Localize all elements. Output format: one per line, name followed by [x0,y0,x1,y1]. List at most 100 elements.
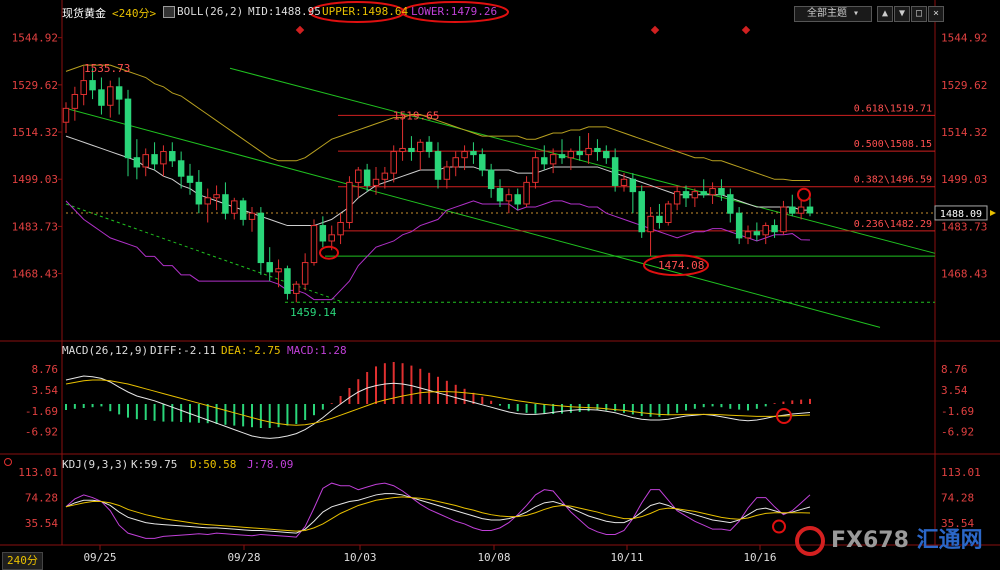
price-tick-right: 1514.32 [941,126,987,139]
candle-body [71,93,79,109]
candle-body [160,151,167,165]
theme-dropdown[interactable]: 全部主题 ▾ [794,6,872,22]
candle-body [133,157,141,168]
candle-body [709,188,716,196]
macd-title: MACD(26,12,9) [62,344,149,357]
candle-body [479,154,486,171]
boll-upper-label: UPPER:1498.64 [322,5,409,18]
macd-tick-right: -6.92 [941,426,974,439]
macd-tick-right: 3.54 [941,384,968,397]
kdj-tick-left: 74.28 [25,491,58,504]
main-title: 现货黄金 [62,7,106,20]
candle-body [337,221,344,236]
candle-body [523,181,530,205]
logo-text: FX678 [831,528,909,553]
kdj-title: KDJ(9,3,3) [62,458,129,471]
macd-tick-left: -1.69 [25,405,58,418]
fx678-logo: FX678 汇通网 [795,522,983,556]
scroll-down-button[interactable]: ▼ [894,6,910,22]
candle-body [372,178,380,186]
candle-body [89,80,96,91]
candle-body [186,175,194,183]
macd-tick-right: -1.69 [941,405,974,418]
candle-body [718,188,725,196]
candle-body [124,98,132,159]
kdj-d-label: D:50.58 [190,458,237,471]
last-price-value: 1488.09 [940,209,982,220]
candle-body [682,191,690,199]
candle-body [239,200,247,220]
macd-value-label: MACD:1.28 [287,344,347,357]
candle-body [673,191,681,205]
price-tick-left: 1499.03 [12,173,58,186]
fib-level-label: 0.618\1519.71 [854,103,932,114]
candle-body [549,154,557,165]
macd-tick-left: -6.92 [25,426,58,439]
chart-stage: 1544.92 1544.92 1529.62 1529.62 1514.32 1514.… [0,0,1000,570]
price-tick-right: 1483.73 [941,220,987,233]
price-tick-left: 1468.43 [12,268,58,281]
candle-body [638,191,645,233]
macd-tick-left: 8.76 [32,363,59,376]
boll-lower-label: LOWER:1479.26 [411,5,498,18]
price-tick-right: 1468.43 [941,268,987,281]
candle-body [780,206,787,233]
candle-body [797,206,805,214]
price-tick-left: 1544.92 [12,32,58,45]
candle-body [107,86,114,106]
boll-label: BOLL(26,2) [177,5,244,18]
candle-body [115,86,123,100]
candle-body [434,151,442,180]
date-tick-label: 10/08 [477,551,510,564]
candle-body [558,154,566,159]
candle-body [177,160,185,177]
timeframe-tab[interactable]: 240分 [2,552,43,570]
candle-body [390,151,397,174]
candle-body [195,181,203,205]
candle-body [425,141,433,153]
background [0,0,1000,570]
candle-body [505,194,513,202]
candle-body [204,197,211,205]
candle-body [514,194,521,205]
candle-body [789,206,796,214]
candle-body [629,178,637,193]
candle-body [594,147,601,153]
candle-body [169,151,176,162]
candle-body [691,191,699,199]
candle-body [310,225,318,264]
price-tick-left: 1529.62 [12,79,58,92]
candle-body [753,231,761,236]
macd-tick-right: 8.76 [941,363,968,376]
maximize-button[interactable]: □ [911,6,927,22]
scroll-up-button[interactable]: ▲ [877,6,893,22]
candle-body [213,194,220,199]
candle-body [541,157,548,165]
candle-body [744,231,752,239]
candle-body [417,141,424,153]
candle-body [301,262,309,285]
candle-body [284,268,291,294]
date-tick-label: 10/16 [743,551,776,564]
candle-body [452,157,459,168]
candle-body [346,181,353,223]
price-tick-right: 1529.62 [941,79,987,92]
candle-body [80,80,87,95]
boll-mid-label: MID:1488.95 [248,5,321,18]
candle-body [656,215,663,223]
candle-body [98,89,105,106]
fib-level-label: 0.236\1482.29 [854,219,932,230]
annotation-low: 1459.14 [290,306,337,319]
candle-body [532,157,539,183]
candle-body [470,151,477,156]
candle-body [567,151,575,159]
candle-body [443,166,451,180]
panel-marker-icon [4,458,12,466]
candle-body [461,151,468,159]
theme-dropdown-label: 全部主题 [806,8,847,19]
candle-body [328,234,335,242]
close-button[interactable]: × [928,6,944,22]
candle-body [399,147,406,153]
macd-diff-label: DIFF:-2.11 [150,344,217,357]
date-tick-label: 09/28 [227,551,260,564]
